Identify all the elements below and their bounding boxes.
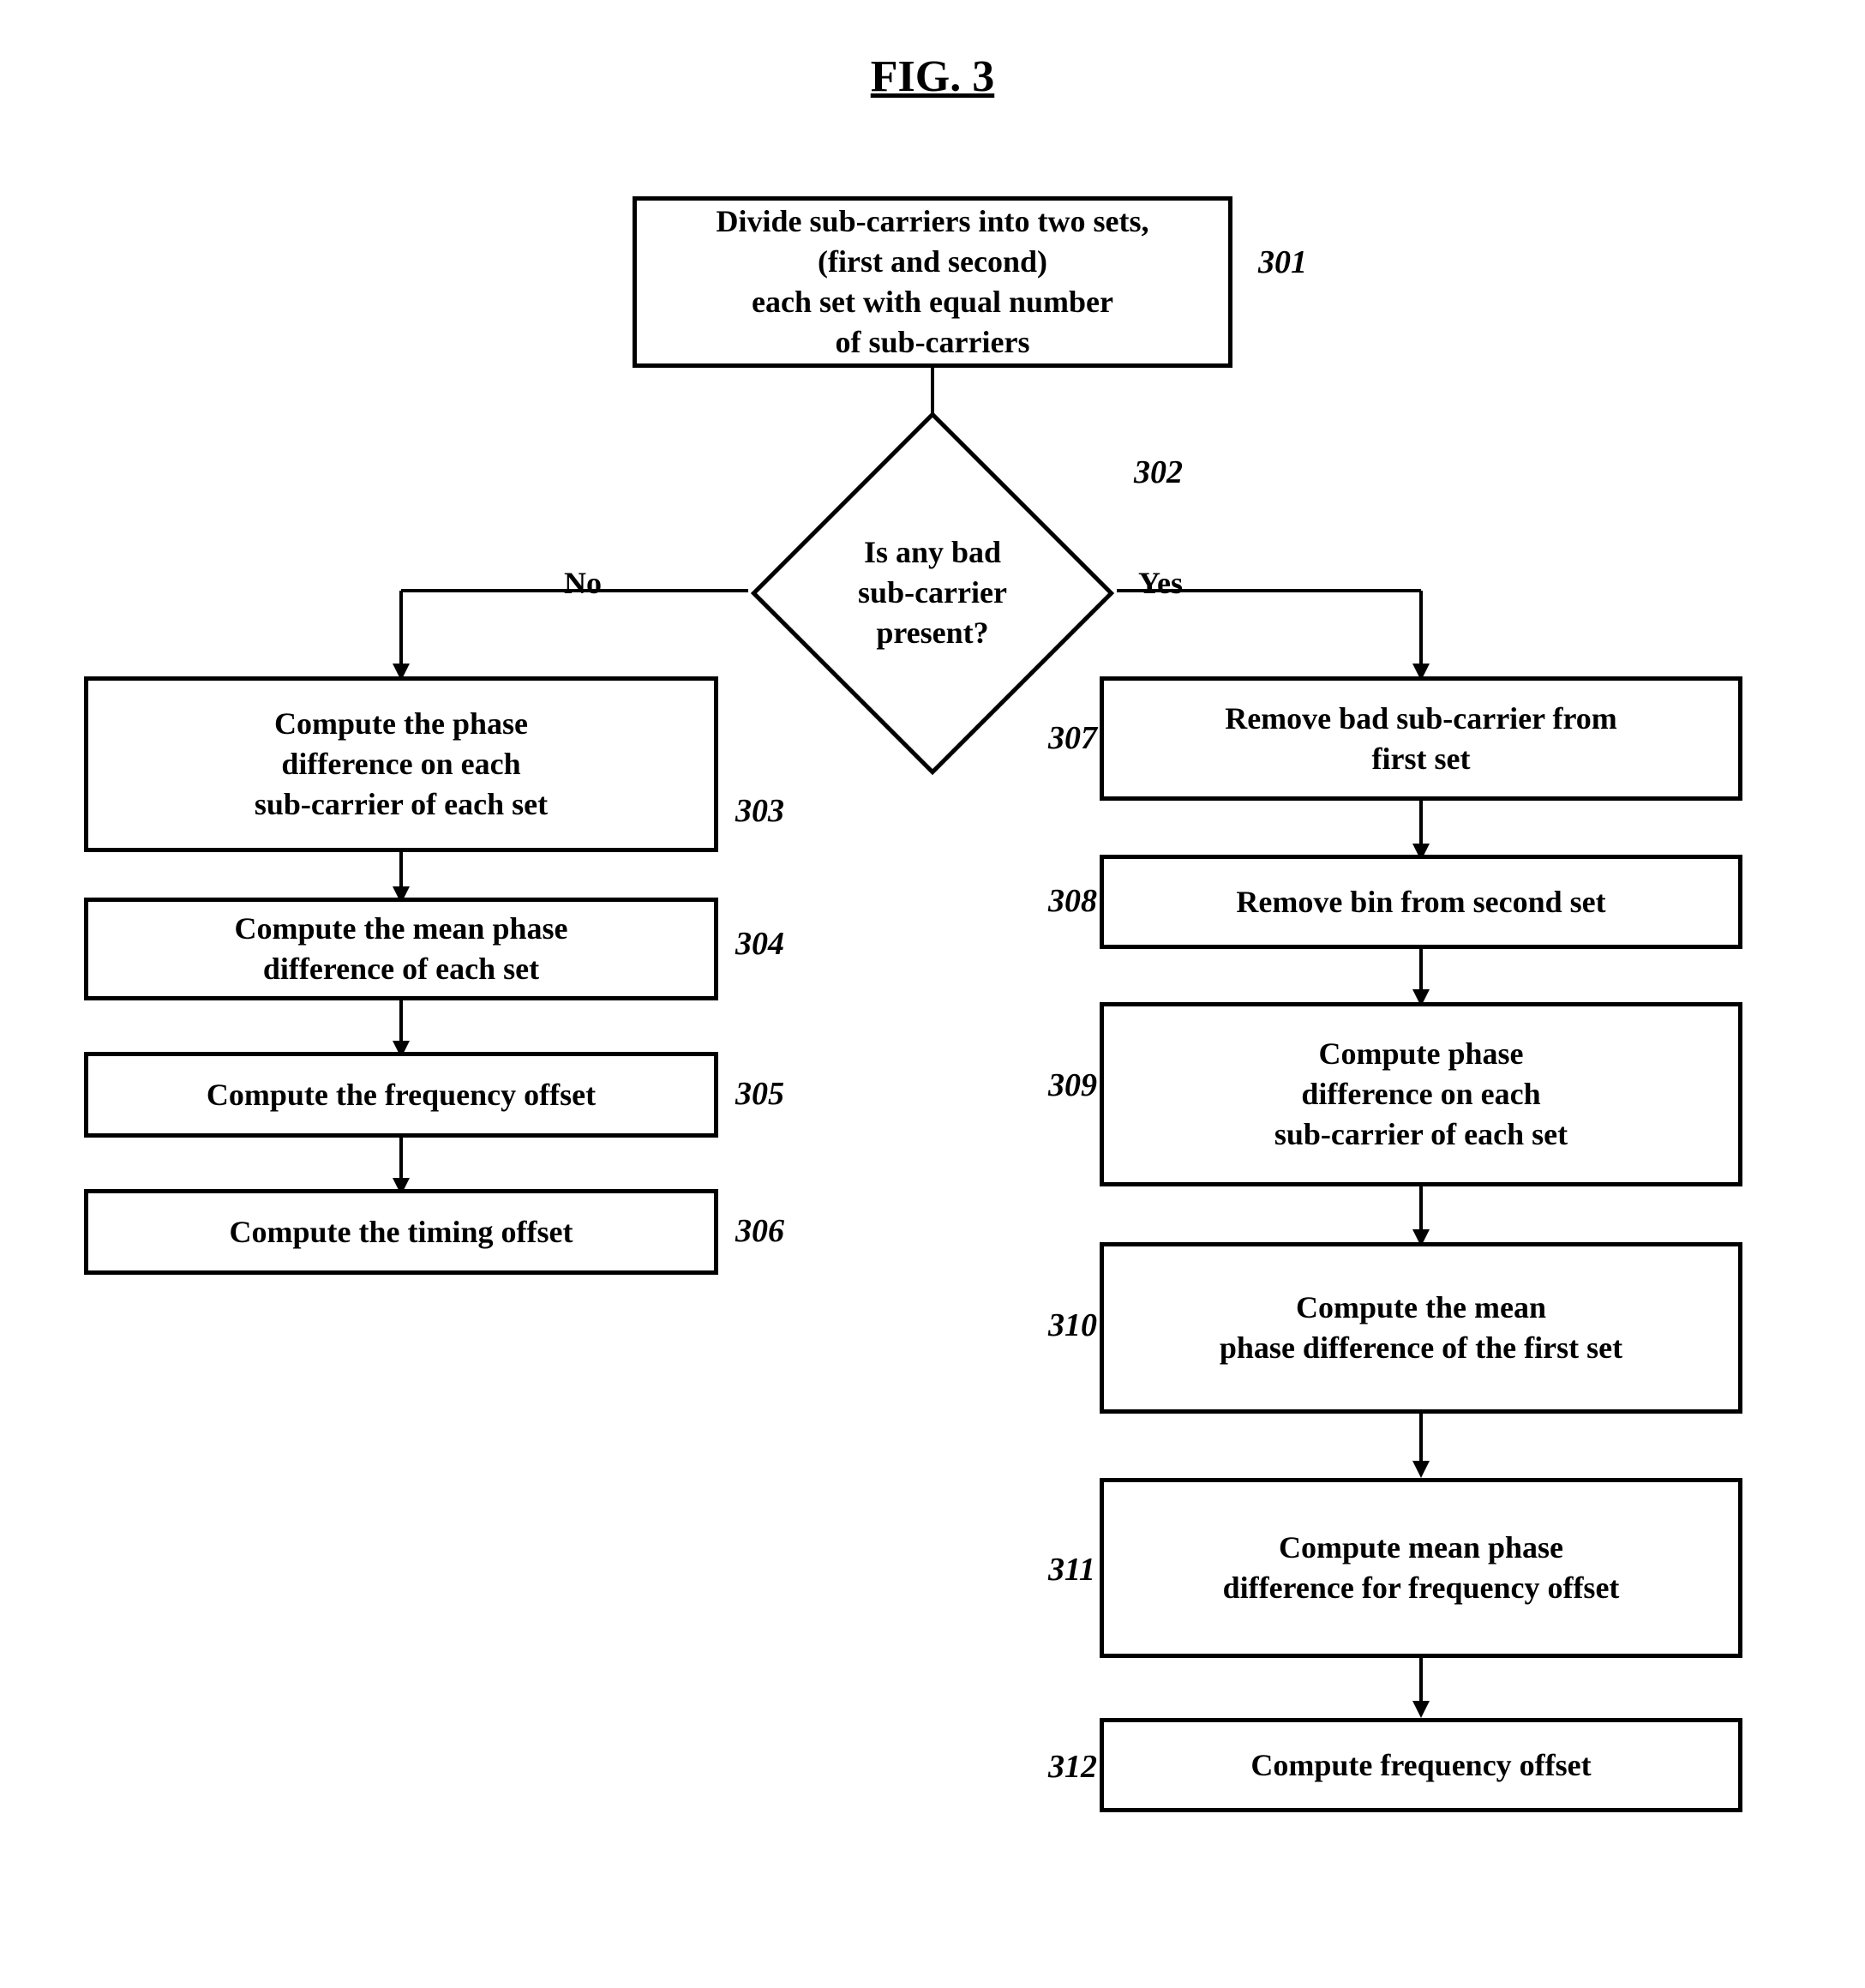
ref-305: 305 <box>735 1075 784 1113</box>
box-309-label: Compute phasedifference on eachsub-carri… <box>1274 1034 1568 1154</box>
box-304-label: Compute the mean phasedifference of each… <box>234 909 567 989</box>
box-312-label: Compute frequency offset <box>1250 1745 1591 1786</box>
box-306-label: Compute the timing offset <box>230 1212 573 1252</box>
yes-label: Yes <box>1138 565 1183 601</box>
box-308: Remove bin from second set <box>1100 855 1742 949</box>
ref-306: 306 <box>735 1212 784 1250</box>
diamond-302-label: Is any badsub-carrierpresent? <box>858 532 1007 652</box>
box-304: Compute the mean phasedifference of each… <box>84 898 718 1000</box>
box-309: Compute phasedifference on eachsub-carri… <box>1100 1002 1742 1186</box>
ref-307: 307 <box>1048 719 1097 757</box>
box-310-label: Compute the meanphase difference of the … <box>1220 1288 1622 1368</box>
page: FIG. 3 <box>0 0 1865 1988</box>
box-303: Compute the phasedifference on eachsub-c… <box>84 676 718 852</box>
flowchart: Divide sub-carriers into two sets,(first… <box>33 145 1832 1988</box>
box-306: Compute the timing offset <box>84 1189 718 1275</box>
ref-311: 311 <box>1048 1551 1095 1589</box>
box-307: Remove bad sub-carrier fromfirst set <box>1100 676 1742 801</box>
ref-301: 301 <box>1258 243 1307 281</box>
ref-303: 303 <box>735 792 784 830</box>
box-311-label: Compute mean phasedifference for frequen… <box>1223 1528 1620 1608</box>
ref-302: 302 <box>1134 453 1183 491</box>
figure-title: FIG. 3 <box>0 0 1865 102</box>
box-310: Compute the meanphase difference of the … <box>1100 1242 1742 1414</box>
ref-309: 309 <box>1048 1066 1097 1104</box>
box-301-label: Divide sub-carriers into two sets,(first… <box>717 201 1149 362</box>
no-label: No <box>564 565 602 601</box>
diamond-302: Is any badsub-carrierpresent? <box>748 453 1117 732</box>
box-312: Compute frequency offset <box>1100 1718 1742 1812</box>
box-301: Divide sub-carriers into two sets,(first… <box>633 196 1232 368</box>
ref-310: 310 <box>1048 1306 1097 1344</box>
box-308-label: Remove bin from second set <box>1236 882 1605 922</box>
ref-304: 304 <box>735 925 784 963</box>
ref-312: 312 <box>1048 1748 1097 1786</box>
box-303-label: Compute the phasedifference on eachsub-c… <box>255 704 548 824</box>
box-307-label: Remove bad sub-carrier fromfirst set <box>1225 699 1617 779</box>
box-305-label: Compute the frequency offset <box>207 1075 596 1115</box>
ref-308: 308 <box>1048 882 1097 920</box>
box-311: Compute mean phasedifference for frequen… <box>1100 1478 1742 1658</box>
box-305: Compute the frequency offset <box>84 1052 718 1138</box>
